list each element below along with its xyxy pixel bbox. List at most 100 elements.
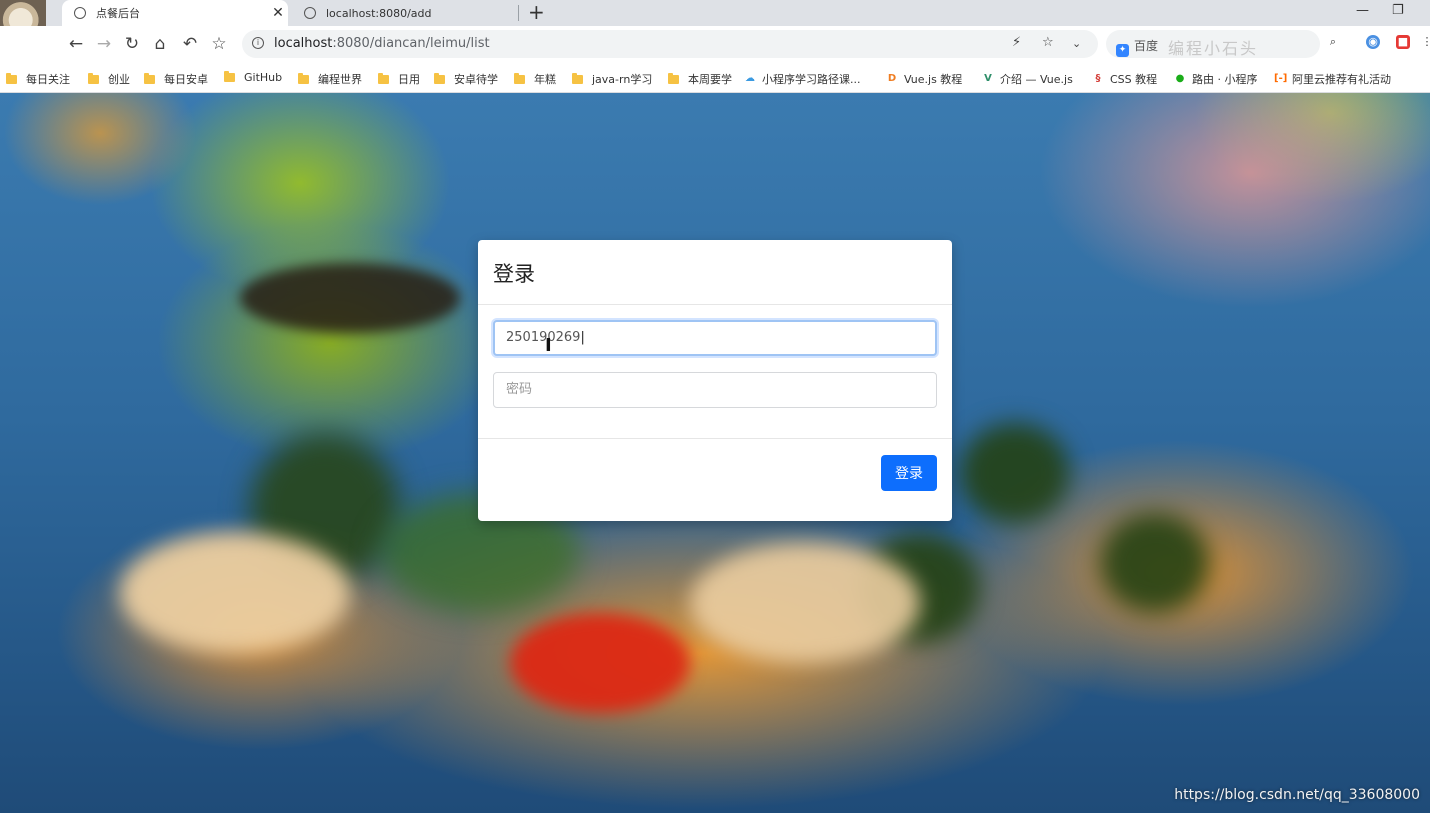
bookmark-label: 年糕 bbox=[534, 73, 556, 86]
modal-footer: 登录 bbox=[478, 438, 952, 522]
bookmark-folder[interactable]: 安卓待学 bbox=[434, 71, 498, 87]
bookmark-label: 日用 bbox=[398, 73, 420, 86]
folder-icon bbox=[224, 71, 235, 82]
bookmark-folder[interactable]: 年糕 bbox=[514, 71, 556, 87]
menu-dots-icon[interactable]: ⋮ bbox=[1420, 35, 1430, 49]
folder-icon bbox=[6, 72, 17, 84]
star-outline-icon[interactable]: ☆ bbox=[207, 32, 231, 56]
sauce-bowl-shape bbox=[240, 263, 460, 333]
folder-icon bbox=[434, 72, 445, 84]
bookmark-link[interactable]: § CSS 教程 bbox=[1092, 71, 1158, 87]
login-modal: 登录 250190269| I 密码 登录 bbox=[478, 240, 952, 521]
address-bar[interactable]: i localhost:8080/diancan/leimu/list ⚡ ☆ … bbox=[242, 30, 1098, 58]
baidu-icon: ✦ bbox=[1116, 44, 1129, 57]
bookmark-folder[interactable]: 每日关注 bbox=[6, 71, 70, 87]
roll-shape bbox=[120, 533, 350, 653]
bookmark-folder[interactable]: GitHub bbox=[224, 71, 282, 84]
tab-localhost-add[interactable]: localhost:8080/add bbox=[292, 0, 518, 26]
bookmark-folder[interactable]: 本周要学 bbox=[668, 71, 732, 87]
search-engine-name: 百度 bbox=[1134, 39, 1159, 53]
wechat-icon: ● bbox=[1175, 73, 1185, 84]
bookmark-link[interactable]: D Vue.js 教程 bbox=[886, 71, 962, 87]
new-tab-button[interactable]: + bbox=[528, 0, 545, 26]
bookmark-folder[interactable]: 编程世界 bbox=[298, 71, 362, 87]
folder-icon bbox=[668, 72, 679, 84]
bookmark-label: 本周要学 bbox=[688, 73, 732, 86]
back-arrow-icon[interactable]: ← bbox=[64, 32, 88, 56]
browser-toolbar: ← → ↻ ⌂ ↶ ☆ i localhost:8080/diancan/lei… bbox=[0, 26, 1430, 62]
extension-globe-icon[interactable]: ◉ bbox=[1366, 35, 1380, 49]
bookmark-label: 小程序学习路径课... bbox=[762, 73, 861, 86]
folder-icon bbox=[298, 72, 309, 84]
search-ghost-text: 编程小石头 bbox=[1168, 39, 1259, 58]
bookmark-label: 每日关注 bbox=[26, 73, 70, 86]
extension-red-icon[interactable]: ■ bbox=[1396, 35, 1410, 49]
password-placeholder: 密码 bbox=[506, 382, 533, 397]
bookmark-label: java-rn学习 bbox=[592, 73, 653, 86]
folder-icon bbox=[88, 72, 99, 84]
bookmark-label: 编程世界 bbox=[318, 73, 362, 86]
chevron-down-icon[interactable]: ⌄ bbox=[1072, 37, 1081, 50]
username-input[interactable]: 250190269| I bbox=[493, 320, 937, 356]
bookmark-label: 每日安卓 bbox=[164, 73, 208, 86]
password-input[interactable]: 密码 bbox=[493, 372, 937, 408]
modal-header: 登录 bbox=[478, 240, 952, 305]
reload-icon[interactable]: ↻ bbox=[120, 32, 144, 56]
magnifier-icon[interactable]: ⌕ bbox=[1326, 35, 1340, 49]
cloud-icon: ☁ bbox=[745, 73, 755, 84]
bookmark-label: Vue.js 教程 bbox=[904, 73, 963, 86]
aliyun-icon: [-] bbox=[1274, 73, 1288, 84]
bookmark-label: 介绍 — Vue.js bbox=[1000, 73, 1073, 86]
url-host: localhost bbox=[274, 36, 333, 51]
watermark-text: https://blog.csdn.net/qq_33608000 bbox=[1174, 787, 1420, 803]
bookmark-link[interactable]: [-] 阿里云推荐有礼活动 bbox=[1274, 71, 1391, 87]
bookmark-folder[interactable]: java-rn学习 bbox=[572, 71, 652, 87]
globe-icon bbox=[74, 7, 86, 19]
bookmark-link[interactable]: ● 路由 · 小程序 bbox=[1174, 71, 1258, 87]
bookmark-link[interactable]: ☁ 小程序学习路径课... bbox=[744, 71, 861, 87]
info-icon[interactable]: i bbox=[252, 37, 264, 49]
url-path: :8080/diancan/leimu/list bbox=[332, 36, 490, 51]
address-url[interactable]: localhost:8080/diancan/leimu/list bbox=[274, 36, 490, 51]
bookmark-folder[interactable]: 每日安卓 bbox=[144, 71, 208, 87]
bookmark-link[interactable]: V 介绍 — Vue.js bbox=[982, 71, 1073, 87]
bookmark-star-icon[interactable]: ☆ bbox=[1042, 35, 1054, 50]
forward-arrow-icon[interactable]: → bbox=[92, 32, 116, 56]
folder-icon bbox=[378, 72, 389, 84]
modal-title: 登录 bbox=[493, 262, 535, 286]
restore-button[interactable]: ❐ bbox=[1392, 0, 1404, 22]
tab-title: 点餐后台 bbox=[96, 7, 140, 20]
login-button[interactable]: 登录 bbox=[881, 455, 937, 491]
search-engine-label[interactable]: ✦ 百度 bbox=[1116, 37, 1158, 57]
folder-icon bbox=[572, 72, 583, 84]
bookmark-label: 安卓待学 bbox=[454, 73, 498, 86]
lightning-icon[interactable]: ⚡ bbox=[1012, 35, 1021, 50]
undo-icon[interactable]: ↶ bbox=[178, 32, 202, 56]
home-icon[interactable]: ⌂ bbox=[148, 32, 172, 56]
folder-icon bbox=[144, 72, 155, 84]
bookmark-label: 路由 · 小程序 bbox=[1192, 73, 1258, 86]
minimize-button[interactable]: — bbox=[1356, 0, 1369, 22]
bookmarks-bar: 每日关注 创业 每日安卓 GitHub 编程世界 日用 安卓待学 年糕 java… bbox=[0, 62, 1430, 93]
close-icon[interactable]: ✕ bbox=[268, 5, 288, 21]
tab-diancan-admin[interactable]: 点餐后台 ✕ bbox=[62, 0, 288, 26]
tab-divider bbox=[518, 5, 519, 21]
bookmark-label: 创业 bbox=[108, 73, 130, 86]
text-cursor-icon: I bbox=[545, 335, 552, 356]
search-box[interactable]: ✦ 百度 编程小石头 bbox=[1106, 30, 1320, 58]
username-value: 250190269 bbox=[506, 330, 581, 345]
bookmark-folder[interactable]: 日用 bbox=[378, 71, 420, 87]
globe-icon bbox=[304, 7, 316, 19]
roll-shape bbox=[690, 543, 920, 663]
bookmark-label: CSS 教程 bbox=[1110, 73, 1158, 86]
tab-bar: 点餐后台 ✕ localhost:8080/add + — ❐ bbox=[0, 0, 1430, 50]
bookmark-label: 阿里云推荐有礼活动 bbox=[1292, 73, 1391, 86]
tab-title: localhost:8080/add bbox=[326, 6, 432, 20]
roll-shape bbox=[1100, 513, 1210, 613]
d-icon: D bbox=[887, 73, 897, 84]
bookmark-folder[interactable]: 创业 bbox=[88, 71, 130, 87]
pepper-shape bbox=[510, 613, 690, 713]
css-icon: § bbox=[1095, 73, 1101, 84]
roll-shape bbox=[960, 423, 1070, 523]
bookmark-label: GitHub bbox=[244, 71, 283, 84]
